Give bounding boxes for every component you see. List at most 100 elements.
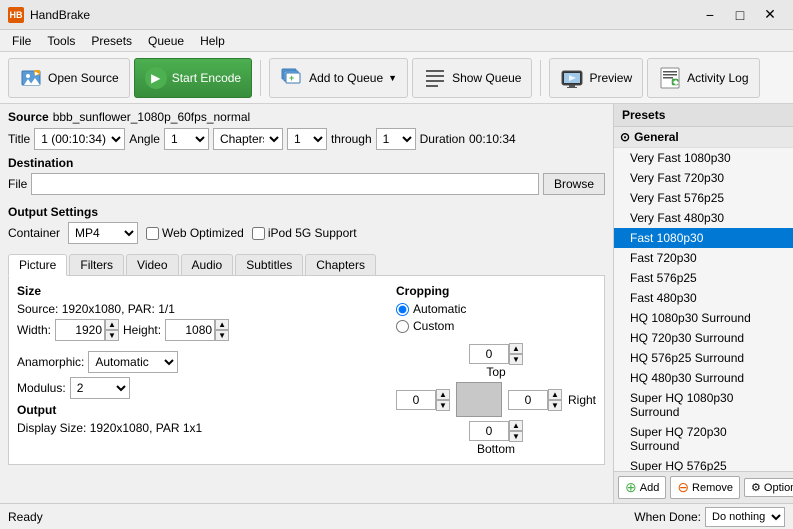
menu-help[interactable]: Help xyxy=(192,32,233,50)
right-up-button[interactable]: ▲ xyxy=(548,389,562,400)
start-encode-icon: ▶ xyxy=(145,67,167,89)
remove-preset-button[interactable]: ⊖ Remove xyxy=(670,476,740,499)
browse-button[interactable]: Browse xyxy=(543,173,605,195)
angle-select[interactable]: 1 xyxy=(164,128,209,150)
custom-label: Custom xyxy=(413,319,454,333)
chapters-select[interactable]: Chapters xyxy=(213,128,283,150)
close-button[interactable]: ✕ xyxy=(755,2,785,28)
width-input-wrapper: ▲ ▼ xyxy=(55,319,119,341)
width-up-button[interactable]: ▲ xyxy=(105,319,119,330)
top-crop-input[interactable] xyxy=(469,344,509,364)
preset-hq-480p30-surround[interactable]: HQ 480p30 Surround xyxy=(614,368,793,388)
presets-panel: Presets ⊙ General Very Fast 1080p30 Very… xyxy=(613,104,793,503)
minimize-button[interactable]: − xyxy=(695,2,725,28)
preview-label: Preview xyxy=(589,71,632,85)
preset-superhq-576p25-surround[interactable]: Super HQ 576p25 Surround xyxy=(614,456,793,471)
tab-video[interactable]: Video xyxy=(126,254,178,275)
preset-fast-480p30[interactable]: Fast 480p30 xyxy=(614,288,793,308)
container-select[interactable]: MP4 xyxy=(68,222,138,244)
preset-group-general[interactable]: ⊙ General xyxy=(614,127,793,148)
title-select[interactable]: 1 (00:10:34) xyxy=(34,128,125,150)
web-optimized-checkbox[interactable] xyxy=(146,227,159,240)
start-encode-label: Start Encode xyxy=(172,71,241,85)
web-optimized-label[interactable]: Web Optimized xyxy=(146,226,244,240)
preset-superhq-720p30-surround[interactable]: Super HQ 720p30 Surround xyxy=(614,422,793,456)
right-crop-input[interactable] xyxy=(508,390,548,410)
bottom-up-button[interactable]: ▲ xyxy=(509,420,523,431)
add-preset-button[interactable]: ⊕ Add xyxy=(618,476,666,499)
status-bar: Ready When Done: Do nothing xyxy=(0,503,793,529)
when-done-select[interactable]: Do nothing xyxy=(705,507,785,527)
add-icon: ⊕ xyxy=(625,479,637,496)
preset-hq-576p25-surround[interactable]: HQ 576p25 Surround xyxy=(614,348,793,368)
size-section: Size Source: 1920x1080, PAR: 1/1 Width: … xyxy=(17,284,380,341)
preset-very-fast-720p30[interactable]: Very Fast 720p30 xyxy=(614,168,793,188)
tab-filters[interactable]: Filters xyxy=(69,254,124,275)
automatic-label: Automatic xyxy=(413,302,466,316)
status-text: Ready xyxy=(8,510,43,524)
height-down-button[interactable]: ▼ xyxy=(215,330,229,341)
crop-bottom-input-area: ▲ ▼ Bottom xyxy=(469,420,523,456)
options-preset-button[interactable]: ⚙ Options xyxy=(744,478,793,497)
display-size-value: Display Size: 1920x1080, PAR 1x1 xyxy=(17,421,202,435)
menu-file[interactable]: File xyxy=(4,32,39,50)
top-up-button[interactable]: ▲ xyxy=(509,343,523,354)
file-input[interactable] xyxy=(31,173,539,195)
tab-chapters[interactable]: Chapters xyxy=(305,254,376,275)
automatic-radio-row: Automatic xyxy=(396,302,596,316)
left-up-button[interactable]: ▲ xyxy=(436,389,450,400)
height-input[interactable] xyxy=(165,319,215,341)
left-down-button[interactable]: ▼ xyxy=(436,400,450,411)
chapter-from-select[interactable]: 1 xyxy=(287,128,327,150)
top-down-button[interactable]: ▼ xyxy=(509,354,523,365)
crop-left-area: ▲ ▼ xyxy=(396,389,450,411)
menu-presets[interactable]: Presets xyxy=(83,32,140,50)
modulus-select[interactable]: 2 xyxy=(70,377,130,399)
right-down-button[interactable]: ▼ xyxy=(548,400,562,411)
show-queue-button[interactable]: Show Queue xyxy=(412,58,532,98)
left-crop-input[interactable] xyxy=(396,390,436,410)
width-input[interactable] xyxy=(55,319,105,341)
tab-picture[interactable]: Picture xyxy=(8,254,67,276)
ipod-support-checkbox[interactable] xyxy=(252,227,265,240)
bottom-down-button[interactable]: ▼ xyxy=(509,431,523,442)
preset-fast-1080p30[interactable]: Fast 1080p30 xyxy=(614,228,793,248)
picture-right: Cropping Automatic Custom xyxy=(396,284,596,456)
menu-queue[interactable]: Queue xyxy=(140,32,192,50)
anamorphic-select[interactable]: Automatic xyxy=(88,351,178,373)
add-to-queue-button[interactable]: + Add to Queue ▼ xyxy=(269,58,408,98)
preset-hq-1080p30-surround[interactable]: HQ 1080p30 Surround xyxy=(614,308,793,328)
right-label: Right xyxy=(568,393,596,407)
add-to-queue-dropdown[interactable]: ▼ xyxy=(388,73,397,83)
preset-very-fast-1080p30[interactable]: Very Fast 1080p30 xyxy=(614,148,793,168)
custom-radio[interactable] xyxy=(396,320,409,333)
file-label: File xyxy=(8,177,27,191)
preset-very-fast-576p25[interactable]: Very Fast 576p25 xyxy=(614,188,793,208)
preset-fast-720p30[interactable]: Fast 720p30 xyxy=(614,248,793,268)
file-row: File Browse xyxy=(8,173,605,195)
chapter-to-select[interactable]: 1 xyxy=(376,128,416,150)
bottom-crop-input[interactable] xyxy=(469,421,509,441)
top-input-wrapper: ▲ ▼ xyxy=(469,343,523,365)
menu-tools[interactable]: Tools xyxy=(39,32,83,50)
automatic-radio[interactable] xyxy=(396,303,409,316)
preset-very-fast-480p30[interactable]: Very Fast 480p30 xyxy=(614,208,793,228)
preset-hq-720p30-surround[interactable]: HQ 720p30 Surround xyxy=(614,328,793,348)
activity-log-button[interactable]: Activity Log xyxy=(647,58,759,98)
height-up-button[interactable]: ▲ xyxy=(215,319,229,330)
start-encode-button[interactable]: ▶ Start Encode xyxy=(134,58,252,98)
tab-audio[interactable]: Audio xyxy=(181,254,234,275)
tab-subtitles[interactable]: Subtitles xyxy=(235,254,303,275)
open-source-button[interactable]: ▶ Open Source xyxy=(8,58,130,98)
source-size-label: Source: xyxy=(17,302,58,316)
top-label: Top xyxy=(486,365,505,379)
height-label: Height: xyxy=(123,323,161,337)
preview-button[interactable]: Preview xyxy=(549,58,643,98)
width-down-button[interactable]: ▼ xyxy=(105,330,119,341)
toolbar: ▶ Open Source ▶ Start Encode + Add to Qu… xyxy=(0,52,793,104)
app-title: HandBrake xyxy=(30,8,90,22)
maximize-button[interactable]: □ xyxy=(725,2,755,28)
preset-superhq-1080p30-surround[interactable]: Super HQ 1080p30 Surround xyxy=(614,388,793,422)
ipod-support-label[interactable]: iPod 5G Support xyxy=(252,226,357,240)
preset-fast-576p25[interactable]: Fast 576p25 xyxy=(614,268,793,288)
